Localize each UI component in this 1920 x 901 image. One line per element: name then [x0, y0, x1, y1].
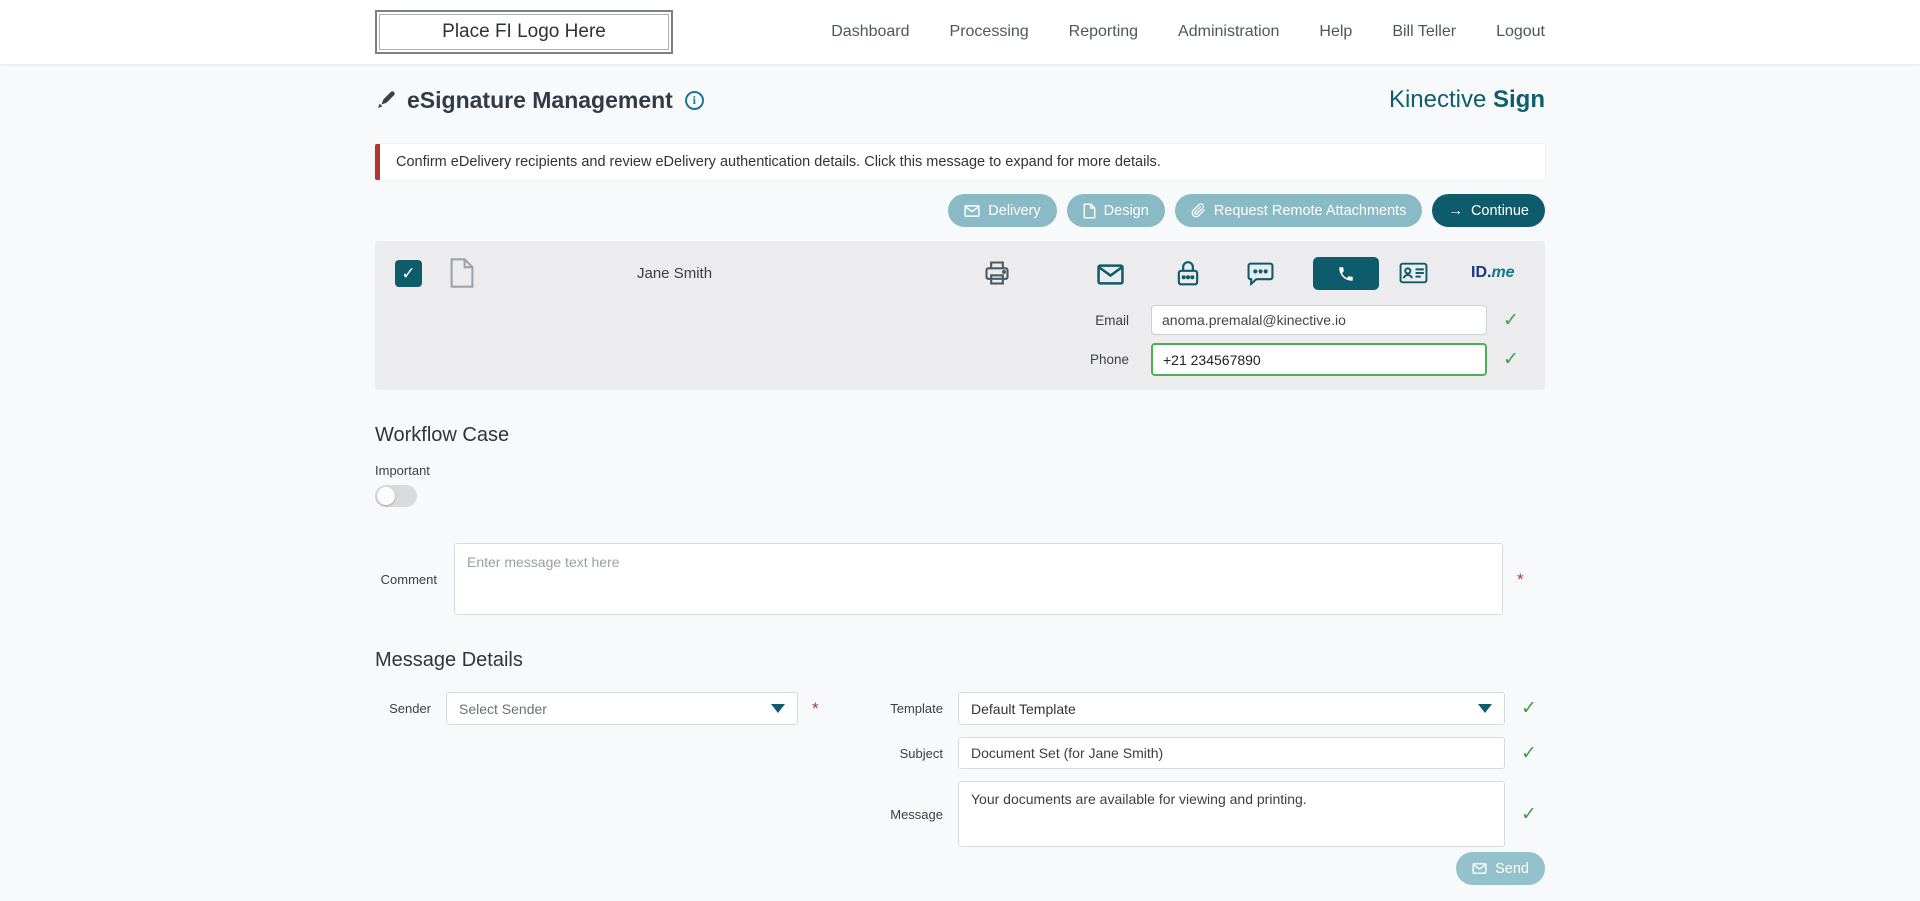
workflow-case-title: Workflow Case — [375, 424, 510, 446]
continue-button[interactable]: → Continue — [1432, 194, 1545, 227]
idme-id-text: ID. — [1471, 264, 1492, 281]
pen-icon — [378, 91, 395, 108]
nav-user-bill-teller[interactable]: Bill Teller — [1392, 23, 1456, 41]
sender-select[interactable]: Select Sender — [446, 692, 798, 725]
design-label: Design — [1103, 202, 1149, 219]
comment-row: Comment * — [375, 543, 1545, 615]
email-label: Email — [1095, 312, 1129, 328]
design-doc-icon — [1083, 202, 1096, 219]
chevron-down-icon — [1478, 704, 1492, 713]
template-valid-check-icon: ✓ — [1521, 698, 1537, 719]
arrow-right-icon: → — [1448, 202, 1463, 219]
delivery-button[interactable]: Delivery — [948, 194, 1057, 227]
subject-label: Subject — [899, 745, 943, 761]
auth-phone-selected[interactable] — [1313, 257, 1379, 290]
important-label: Important — [375, 463, 430, 478]
info-icon[interactable]: i — [684, 90, 704, 110]
brand-suffix: Sign — [1493, 86, 1545, 113]
envelope-icon — [1472, 863, 1487, 874]
nav-processing[interactable]: Processing — [950, 23, 1029, 41]
phone-icon — [1339, 266, 1353, 281]
template-select-value: Default Template — [971, 700, 1076, 717]
top-bar: Place FI Logo Here Dashboard Processing … — [0, 0, 1920, 64]
phone-valid-check-icon: ✓ — [1503, 349, 1519, 370]
auth-idme-icon[interactable]: ID.me — [1471, 264, 1515, 282]
message-details-title: Message Details — [375, 649, 523, 671]
comment-textarea[interactable] — [454, 543, 1503, 615]
printer-icon[interactable] — [983, 259, 1011, 287]
message-label: Message — [890, 806, 943, 822]
message-row: Message Your documents are available for… — [873, 781, 1545, 847]
page-title-text: eSignature Management — [407, 86, 673, 113]
nav-logout[interactable]: Logout — [1496, 23, 1545, 41]
nav-reporting[interactable]: Reporting — [1069, 23, 1138, 41]
phone-input[interactable] — [1151, 343, 1487, 376]
kinective-sign-logo: Kinective Sign — [1389, 86, 1545, 114]
sender-select-value: Select Sender — [459, 700, 547, 717]
sender-required-marker: * — [812, 699, 819, 718]
chevron-down-icon — [771, 704, 785, 713]
fi-logo-placeholder[interactable]: Place FI Logo Here — [375, 10, 673, 54]
idme-me-text: me — [1491, 264, 1515, 281]
message-valid-check-icon: ✓ — [1521, 803, 1537, 825]
document-icon[interactable] — [449, 257, 475, 289]
subject-row: Subject ✓ — [873, 737, 1545, 769]
fi-logo-text: Place FI Logo Here — [442, 21, 606, 42]
comment-required-marker: * — [1517, 569, 1524, 589]
request-remote-attachments-label: Request Remote Attachments — [1213, 202, 1407, 219]
nav-help[interactable]: Help — [1319, 23, 1352, 41]
check-icon: ✓ — [401, 263, 416, 283]
nav-dashboard[interactable]: Dashboard — [831, 23, 909, 41]
recipient-checkbox[interactable]: ✓ — [395, 260, 422, 287]
message-textarea[interactable]: Your documents are available for viewing… — [958, 781, 1505, 847]
envelope-icon — [964, 204, 980, 217]
template-select[interactable]: Default Template — [958, 692, 1505, 725]
auth-email-icon[interactable] — [1097, 264, 1124, 285]
sender-row: Sender Select Sender * — [375, 692, 819, 725]
auth-id-card-icon[interactable] — [1399, 262, 1428, 284]
phone-row: Phone ✓ — [375, 343, 1545, 376]
auth-access-code-icon[interactable] — [1175, 259, 1201, 287]
toggle-knob — [377, 487, 395, 505]
email-row: Email ✓ — [375, 305, 1545, 335]
send-label: Send — [1495, 860, 1529, 877]
important-toggle[interactable] — [375, 485, 417, 507]
email-valid-check-icon: ✓ — [1503, 309, 1519, 331]
main-nav: Dashboard Processing Reporting Administr… — [831, 23, 1545, 41]
sender-label: Sender — [389, 701, 431, 716]
continue-label: Continue — [1470, 202, 1529, 219]
message-details-form: Sender Select Sender * Template Default … — [375, 692, 1545, 847]
email-input[interactable] — [1151, 305, 1487, 335]
design-button[interactable]: Design — [1066, 194, 1165, 227]
page-header: eSignature Management i Kinective Sign — [375, 86, 1545, 114]
edelivery-alert-banner[interactable]: Confirm eDelivery recipients and review … — [375, 144, 1545, 180]
template-row: Template Default Template ✓ — [873, 692, 1545, 725]
comment-label: Comment — [380, 571, 437, 587]
action-buttons: Delivery Design Request Remote Attachmen… — [375, 194, 1545, 227]
recipient-name: Jane Smith — [637, 265, 713, 282]
subject-input[interactable] — [958, 737, 1505, 769]
phone-label: Phone — [1089, 352, 1129, 367]
page-title: eSignature Management i — [375, 87, 704, 114]
nav-administration[interactable]: Administration — [1178, 23, 1279, 41]
recipient-card: ✓ Jane Smith ID.me Email ✓ Phone ✓ — [375, 241, 1545, 390]
paperclip-icon — [1191, 203, 1205, 218]
request-remote-attachments-button[interactable]: Request Remote Attachments — [1174, 194, 1423, 227]
subject-valid-check-icon: ✓ — [1521, 742, 1537, 764]
template-label: Template — [890, 701, 943, 716]
delivery-label: Delivery — [988, 202, 1041, 219]
brand-name: Kinective — [1388, 86, 1487, 113]
auth-sms-icon[interactable] — [1247, 262, 1274, 286]
